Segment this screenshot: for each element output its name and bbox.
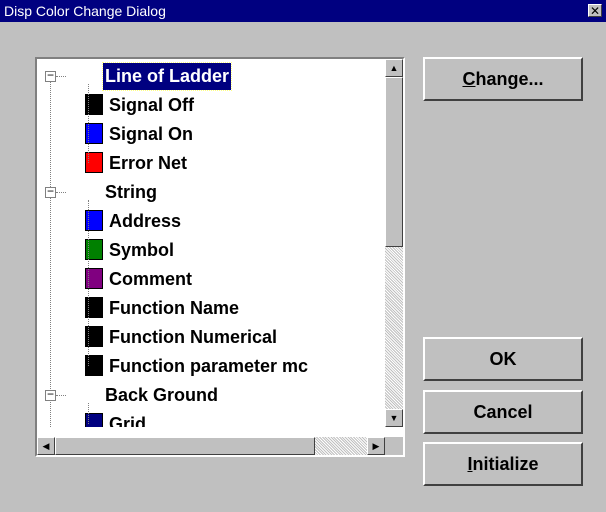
close-icon[interactable]: ✕ xyxy=(588,4,602,18)
scroll-up-icon[interactable]: ▲ xyxy=(385,59,403,77)
tree-item-label: Comment xyxy=(109,269,193,289)
disp-color-change-dialog: Disp Color Change Dialog ✕ − Line of Ladd… xyxy=(0,0,606,512)
change-button[interactable]: Change... xyxy=(423,57,583,101)
tree-item-label: Function Numerical xyxy=(109,327,278,347)
tree-item-label: Function Name xyxy=(109,298,240,318)
tree-content: − Line of Ladder Signal Off Signal On Error … xyxy=(37,59,377,427)
tree-connector xyxy=(88,84,89,163)
tree-item-label: Symbol xyxy=(109,240,175,260)
initialize-button[interactable]: Initialize xyxy=(423,442,583,486)
ok-button[interactable]: OK xyxy=(423,337,583,381)
tree-item-label: Function parameter mc xyxy=(109,356,309,376)
title-bar: Disp Color Change Dialog ✕ xyxy=(0,0,606,22)
tree-item-label: Address xyxy=(109,211,182,231)
tree-group-label: Line of Ladder xyxy=(101,62,233,91)
tree-item-label: Grid xyxy=(109,414,147,427)
scroll-right-icon[interactable]: ▶ xyxy=(367,437,385,455)
cancel-button[interactable]: Cancel xyxy=(423,390,583,434)
change-mnemonic: C xyxy=(462,69,476,89)
tree-item-label: Signal Off xyxy=(109,95,194,115)
tree-connector xyxy=(88,403,89,424)
tree-item-label: Signal On xyxy=(109,124,194,144)
horizontal-scroll-thumb[interactable] xyxy=(55,437,315,455)
tree-group-label: Back Ground xyxy=(105,385,219,405)
scroll-down-icon[interactable]: ▼ xyxy=(385,409,403,427)
color-tree-view[interactable]: − Line of Ladder Signal Off Signal On Error … xyxy=(35,57,405,457)
tree-connector xyxy=(88,200,89,366)
vertical-scroll-thumb[interactable] xyxy=(385,77,403,247)
window-title: Disp Color Change Dialog xyxy=(4,3,166,19)
tree-item-label: Error Net xyxy=(109,153,188,173)
initialize-label: nitialize xyxy=(472,454,539,474)
scrollbar-corner xyxy=(385,437,403,455)
horizontal-scrollbar[interactable]: ◀ ▶ xyxy=(37,437,385,455)
scroll-left-icon[interactable]: ◀ xyxy=(37,437,55,455)
tree-group-label: String xyxy=(105,182,157,202)
vertical-scrollbar[interactable]: ▲ ▼ xyxy=(385,59,403,427)
change-label: hange... xyxy=(475,69,544,89)
